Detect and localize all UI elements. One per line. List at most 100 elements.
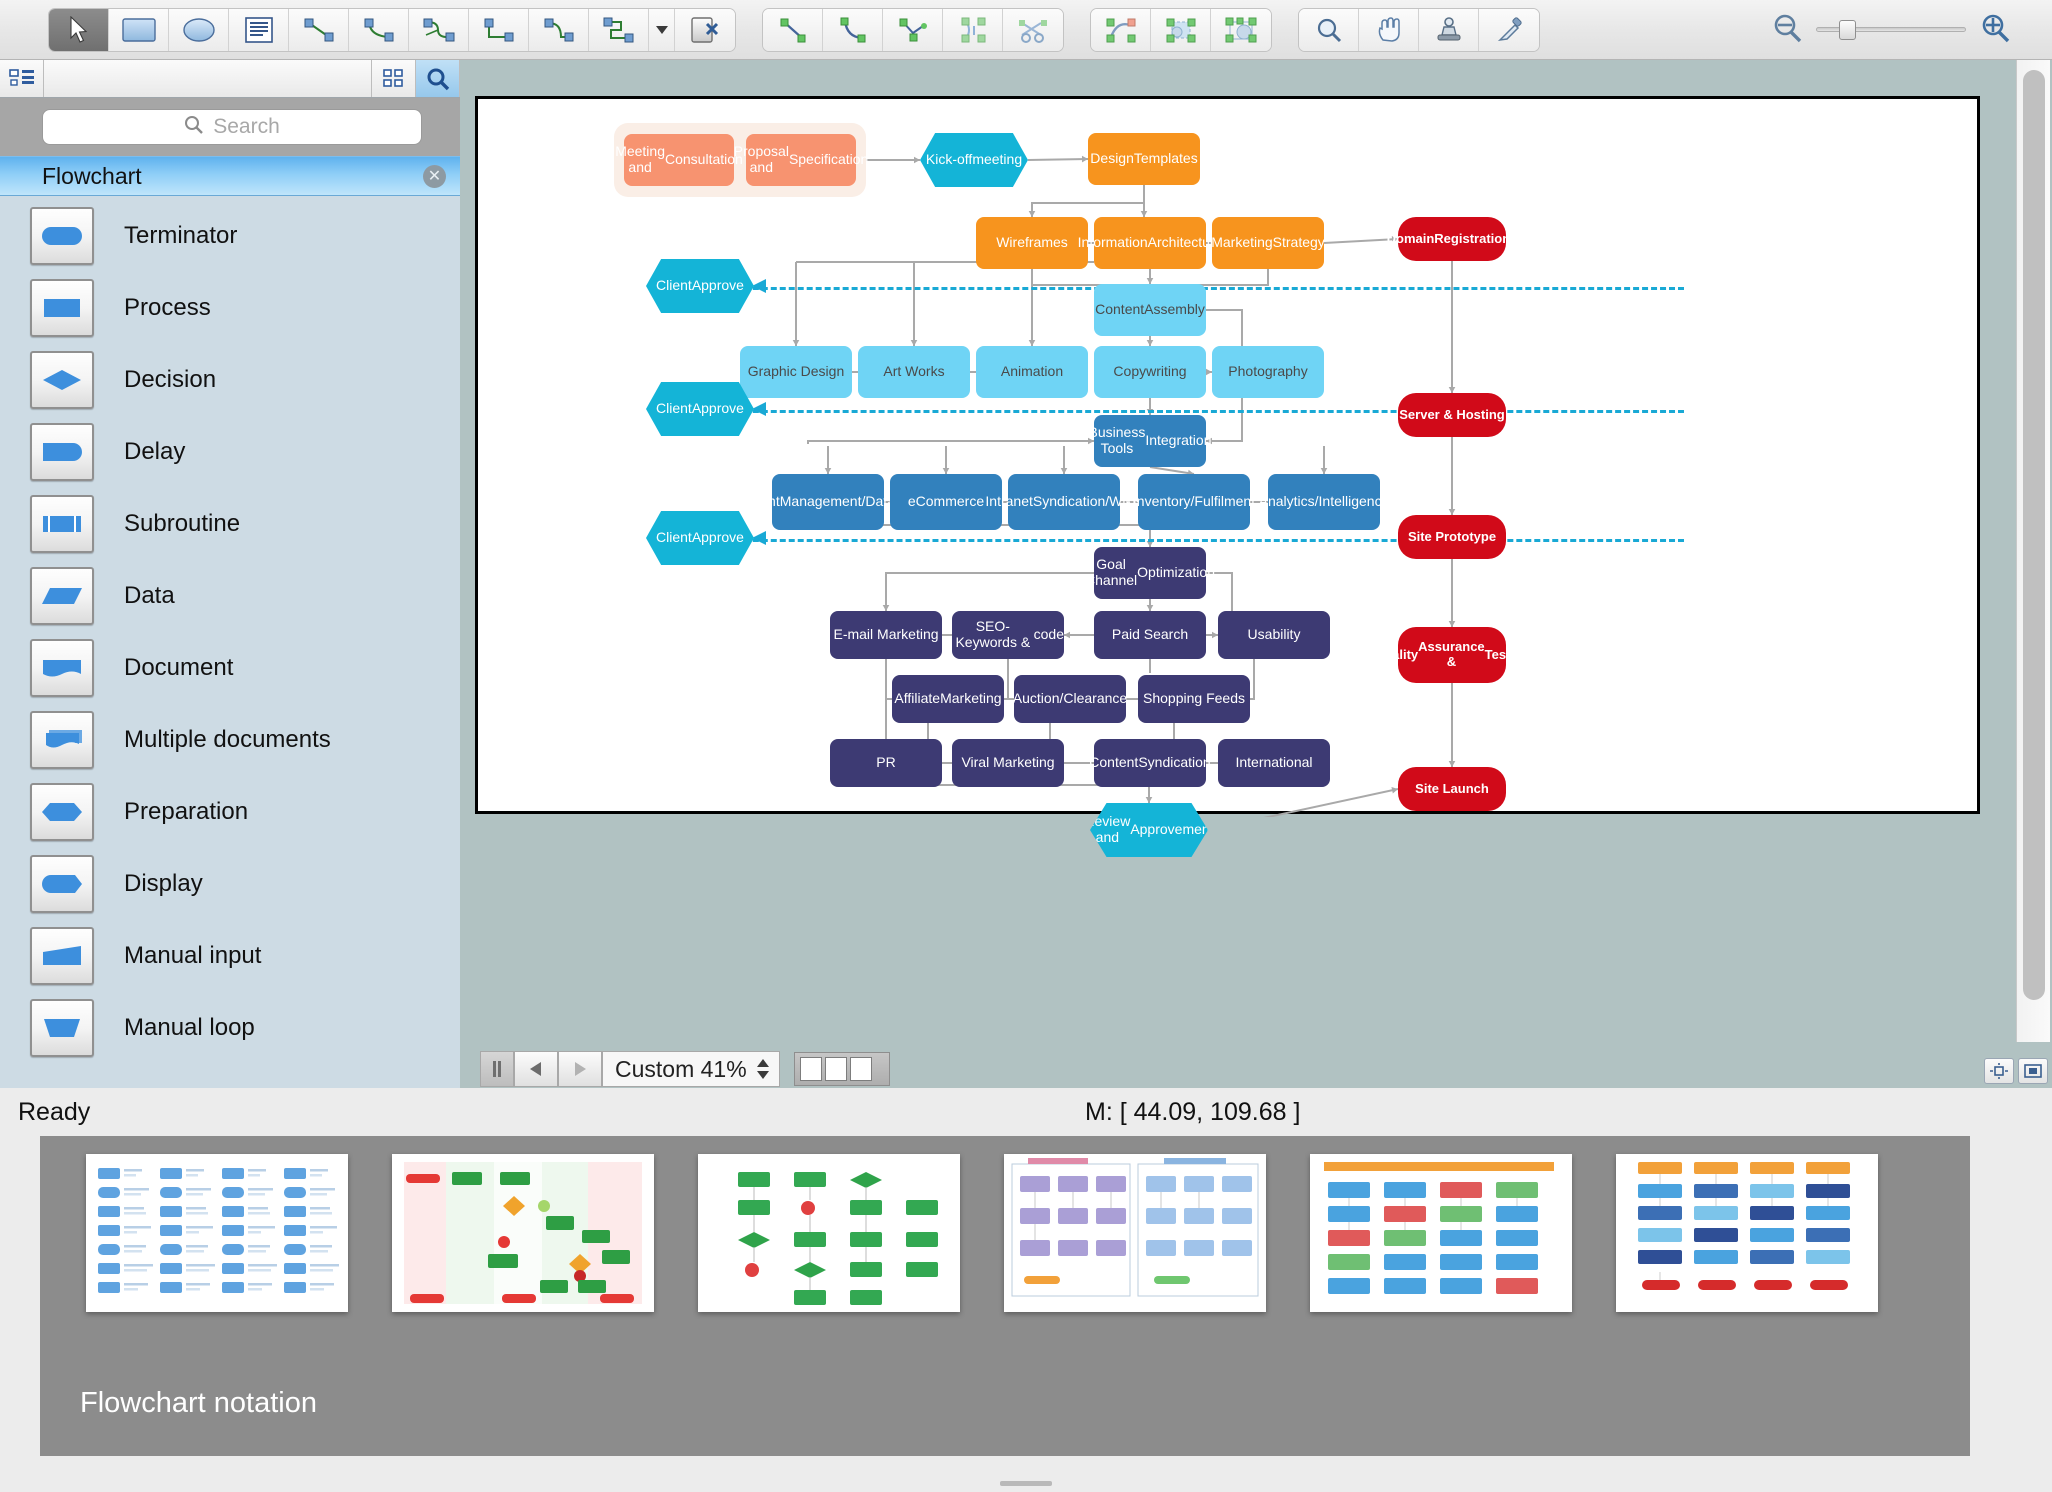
chevron-down-icon[interactable] — [649, 8, 675, 51]
flow-node-qatesting[interactable]: Quality Assurance & Testing — [1374, 627, 1530, 683]
split-path-tool[interactable] — [943, 8, 1003, 51]
shape-list-item-decision[interactable]: Decision — [0, 344, 460, 416]
straight-connector-tool[interactable] — [289, 8, 349, 51]
flow-node-pr[interactable]: PR — [830, 739, 942, 787]
magnifier-icon[interactable] — [1299, 8, 1359, 51]
rectangle-tool[interactable] — [109, 8, 169, 51]
elbow-connector-tool[interactable] — [469, 8, 529, 51]
thumb-purple-multi-panel[interactable] — [1004, 1154, 1266, 1366]
shape-list-item-process[interactable]: Process — [0, 272, 460, 344]
template-thumbnail[interactable] — [698, 1154, 960, 1312]
resize-grip[interactable] — [1000, 1481, 1052, 1486]
stamp-icon[interactable] — [1419, 8, 1479, 51]
flow-node-contentassembly[interactable]: Content Assembly — [1094, 284, 1206, 336]
zoom-level-stepper[interactable]: Custom 41% — [602, 1051, 780, 1087]
page-thumb[interactable] — [800, 1057, 822, 1081]
flow-node-contentsynd[interactable]: Content Syndication — [1089, 739, 1211, 787]
sidebar-group-header[interactable]: Flowchart ✕ — [0, 156, 460, 196]
page-thumbnails-strip[interactable] — [794, 1052, 890, 1086]
thumb-swimlane-green-red[interactable] — [392, 1154, 654, 1366]
flow-node-shoppingfeeds[interactable]: Shopping Feeds — [1138, 675, 1250, 723]
vertical-scrollbar-thumb[interactable] — [2023, 70, 2045, 1000]
pointer-tool[interactable] — [49, 8, 109, 51]
flow-node-graphicdesign[interactable]: Graphic Design — [740, 346, 852, 398]
curved-connector-tool[interactable] — [349, 8, 409, 51]
vertical-scrollbar[interactable] — [2016, 60, 2050, 1042]
smart-connector-tool[interactable] — [589, 8, 649, 51]
text-tool[interactable] — [229, 8, 289, 51]
flow-node-analytics[interactable]: Analytics/Intelligence — [1259, 474, 1389, 530]
flow-node-businesstools[interactable]: Business Tools Integration — [1089, 415, 1212, 467]
shape-list-item-terminator[interactable]: Terminator — [0, 200, 460, 272]
flow-node-clientapprove2[interactable]: Client Approve — [646, 382, 754, 436]
template-thumbnail[interactable] — [86, 1154, 348, 1312]
flow-node-marketing[interactable]: Marketing Strategy — [1211, 217, 1325, 269]
page-thumb[interactable] — [825, 1057, 847, 1081]
zoom-slider[interactable] — [1816, 20, 1966, 40]
flow-node-emailmkt[interactable]: E-mail Marketing — [830, 611, 942, 659]
shape-list-item-manualinput[interactable]: Manual input — [0, 920, 460, 992]
flow-node-cmsdb[interactable]: ContentManagement/Database — [731, 474, 925, 530]
flow-node-intranet[interactable]: Intranet Syndication/Wikis — [985, 474, 1143, 530]
close-icon[interactable]: ✕ — [423, 164, 446, 188]
shape-list-item-delay[interactable]: Delay — [0, 416, 460, 488]
grid-view-tab[interactable] — [372, 60, 416, 97]
hand-icon[interactable] — [1359, 8, 1419, 51]
polyline-tool[interactable] — [883, 8, 943, 51]
shape-list-item-subroutine[interactable]: Subroutine — [0, 488, 460, 560]
thumb-dense-blue-flow[interactable] — [1616, 1154, 1878, 1366]
stepper-arrows-icon[interactable] — [755, 1058, 771, 1080]
flow-node-copywriting[interactable]: Copywriting — [1094, 346, 1206, 398]
prev-page-icon[interactable] — [514, 1051, 558, 1087]
canvas-viewport[interactable]: Meeting and Consultation Proposal and Speci… — [460, 60, 2000, 1088]
flow-node-wireframes[interactable]: Wireframes — [976, 217, 1088, 269]
shape-list-item-preparation[interactable]: Preparation — [0, 776, 460, 848]
flow-node-viralmkt[interactable]: Viral Marketing — [952, 739, 1064, 787]
zoom-out-magnifier-icon[interactable] — [1770, 11, 1804, 48]
flow-node-siteprototype[interactable]: Site Prototype — [1398, 515, 1506, 559]
shape-list-item-data[interactable]: Data — [0, 560, 460, 632]
tree-connector-tool[interactable] — [409, 8, 469, 51]
shape-list-item-manualloop[interactable]: Manual loop — [0, 992, 460, 1064]
search-input[interactable]: Search — [42, 109, 422, 145]
thumb-green-process-flow[interactable] — [698, 1154, 960, 1366]
flow-node-meeting[interactable]: Meeting and Consultation — [615, 134, 743, 186]
template-thumbnail[interactable] — [1310, 1154, 1572, 1312]
tree-view-tab[interactable] — [0, 60, 44, 97]
ellipse-tool[interactable] — [169, 8, 229, 51]
flow-node-clientapprove1[interactable]: Client Approve — [646, 259, 754, 313]
template-thumbnail[interactable] — [1616, 1154, 1878, 1312]
pause-icon[interactable] — [480, 1051, 514, 1087]
shape-list-item-document[interactable]: Document — [0, 632, 460, 704]
flow-node-seo[interactable]: SEO-Keywords & code — [952, 611, 1064, 659]
eyedropper-icon[interactable] — [1479, 8, 1539, 51]
flow-node-serverhosting[interactable]: Server & Hosting — [1398, 393, 1506, 437]
flow-node-domainreg[interactable]: Domain Registrations — [1387, 217, 1517, 261]
next-page-icon[interactable] — [558, 1051, 602, 1087]
shape-list-item-multidoc[interactable]: Multiple documents — [0, 704, 460, 776]
template-thumbnail[interactable] — [392, 1154, 654, 1312]
zoom-slider-knob[interactable] — [1839, 20, 1856, 40]
flow-node-sitelaunch[interactable]: Site Launch — [1398, 767, 1506, 811]
delete-shape-button[interactable] — [675, 8, 735, 51]
page-thumb[interactable] — [850, 1057, 872, 1081]
flow-node-review[interactable]: Review and Approvement — [1090, 803, 1208, 857]
flow-node-artworks[interactable]: Art Works — [858, 346, 970, 398]
flow-node-clientapprove3[interactable]: Client Approve — [646, 511, 754, 565]
line-segment-tool[interactable] — [763, 8, 823, 51]
flow-node-animation[interactable]: Animation — [976, 346, 1088, 398]
flow-node-inventory[interactable]: Inventory/Fulfilment — [1133, 474, 1255, 530]
arc-connector-tool[interactable] — [529, 8, 589, 51]
flow-node-usability[interactable]: Usability — [1218, 611, 1330, 659]
flow-node-proposal[interactable]: Proposal and Specification — [734, 134, 868, 186]
flow-node-kickoff[interactable]: Kick-off meeting — [920, 133, 1028, 187]
flow-node-goalchannel[interactable]: Goal Channel Optimization — [1085, 547, 1215, 599]
curve-segment-tool[interactable] — [823, 8, 883, 51]
flow-node-infoarch[interactable]: Information Architecture — [1078, 217, 1222, 269]
diagram-page[interactable]: Meeting and Consultation Proposal and Speci… — [475, 96, 1980, 857]
flow-node-photography[interactable]: Photography — [1212, 346, 1324, 398]
thumb-flowchart-symbols[interactable] — [86, 1154, 348, 1366]
rotate-object-tool[interactable] — [1091, 8, 1151, 51]
zoom-in-magnifier-icon[interactable] — [1978, 11, 2012, 48]
flow-node-international[interactable]: International — [1218, 739, 1330, 787]
